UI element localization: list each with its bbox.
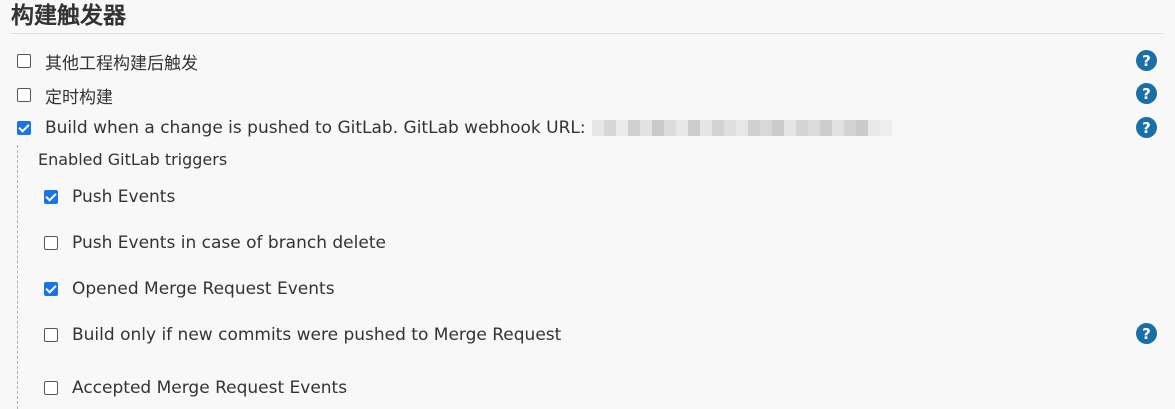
option-branch-delete[interactable]: Push Events in case of branch delete (44, 231, 386, 255)
gitlab-trigger-checkbox[interactable] (17, 121, 31, 135)
opened-mr-checkbox[interactable] (44, 282, 58, 296)
help-icon[interactable]: ? (1136, 117, 1157, 138)
redacted-webhook-url (591, 120, 892, 136)
upstream-trigger-checkbox[interactable] (17, 54, 31, 68)
schedule-trigger-label: 定时构建 (45, 87, 113, 108)
help-icon[interactable]: ? (1136, 50, 1157, 71)
new-commits-mr-checkbox[interactable] (44, 328, 58, 342)
help-icon[interactable]: ? (1136, 83, 1157, 104)
trigger-row-gitlab[interactable]: Build when a change is pushed to GitLab.… (17, 116, 892, 140)
gitlab-triggers-heading: Enabled GitLab triggers (38, 150, 228, 169)
upstream-trigger-label: 其他工程构建后触发 (45, 53, 198, 74)
branch-delete-checkbox[interactable] (44, 236, 58, 250)
push-events-label: Push Events (72, 187, 176, 207)
new-commits-mr-label: Build only if new commits were pushed to… (72, 325, 562, 345)
option-accepted-mr[interactable]: Accepted Merge Request Events (44, 376, 347, 400)
trigger-row-upstream[interactable]: 其他工程构建后触发 (17, 49, 198, 74)
trigger-row-schedule[interactable]: 定时构建 (17, 83, 113, 108)
option-new-commits-mr[interactable]: Build only if new commits were pushed to… (44, 323, 561, 347)
accepted-mr-checkbox[interactable] (44, 381, 58, 395)
help-icon[interactable]: ? (1136, 323, 1157, 344)
push-events-checkbox[interactable] (44, 190, 58, 204)
accepted-mr-label: Accepted Merge Request Events (72, 378, 348, 398)
option-push-events[interactable]: Push Events (44, 185, 175, 209)
branch-delete-label: Push Events in case of branch delete (72, 233, 386, 253)
opened-mr-label: Opened Merge Request Events (72, 279, 335, 299)
nested-section-guide (17, 145, 18, 409)
option-opened-mr[interactable]: Opened Merge Request Events (44, 277, 335, 301)
schedule-trigger-checkbox[interactable] (17, 88, 31, 102)
title-divider (11, 33, 1163, 34)
section-title: 构建触发器 (11, 3, 126, 29)
gitlab-trigger-label: Build when a change is pushed to GitLab.… (45, 118, 586, 138)
